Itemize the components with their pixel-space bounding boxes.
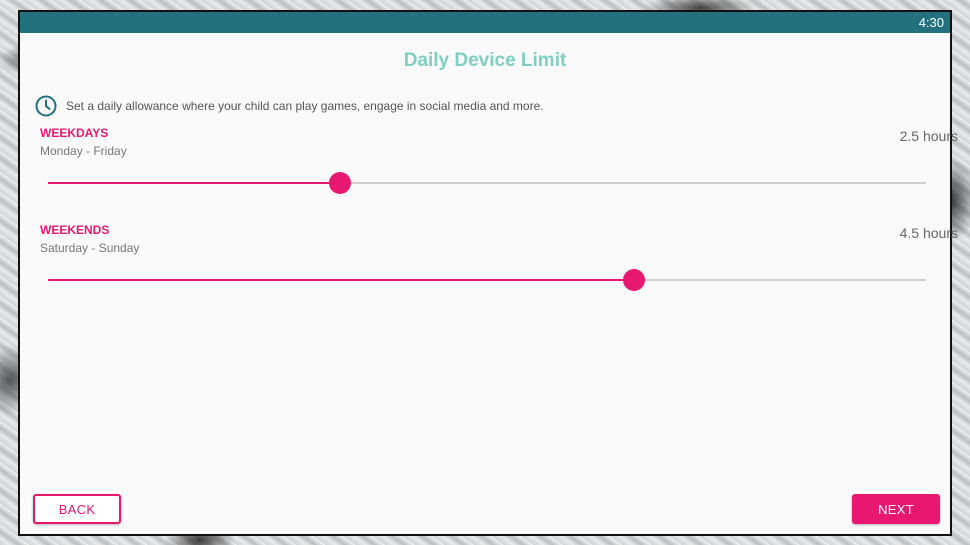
- next-button[interactable]: NEXT: [852, 494, 940, 524]
- weekends-value: 4.5 hours: [899, 225, 958, 241]
- status-bar: 4:30: [20, 12, 950, 33]
- weekends-slider-fill: [48, 279, 634, 281]
- weekdays-title: WEEKDAYS: [40, 126, 109, 140]
- weekends-slider-thumb[interactable]: [622, 269, 645, 291]
- weekdays-value: 2.5 hours: [899, 128, 958, 144]
- intro-message: Set a daily allowance where your child c…: [34, 94, 544, 118]
- weekends-slider[interactable]: [48, 268, 926, 292]
- weekends-subtitle: Saturday - Sunday: [40, 241, 140, 255]
- weekdays-subtitle: Monday - Friday: [40, 144, 127, 158]
- weekdays-limit: WEEKDAYS Monday - Friday 2.5 hours: [40, 126, 958, 206]
- weekdays-slider[interactable]: [48, 171, 926, 195]
- page-title: Daily Device Limit: [403, 50, 567, 71]
- app-screen: 4:30 Daily Device Limit Set a daily allo…: [18, 10, 958, 536]
- weekends-limit: WEEKENDS Saturday - Sunday 4.5 hours: [40, 223, 958, 303]
- weekdays-slider-thumb[interactable]: [329, 172, 352, 194]
- weekdays-slider-fill: [48, 182, 341, 184]
- back-button[interactable]: BACK: [33, 494, 121, 524]
- intro-text: Set a daily allowance where your child c…: [66, 99, 544, 113]
- clock-icon: [34, 94, 58, 118]
- weekends-title: WEEKENDS: [40, 223, 110, 237]
- status-time: 4:30: [918, 15, 944, 30]
